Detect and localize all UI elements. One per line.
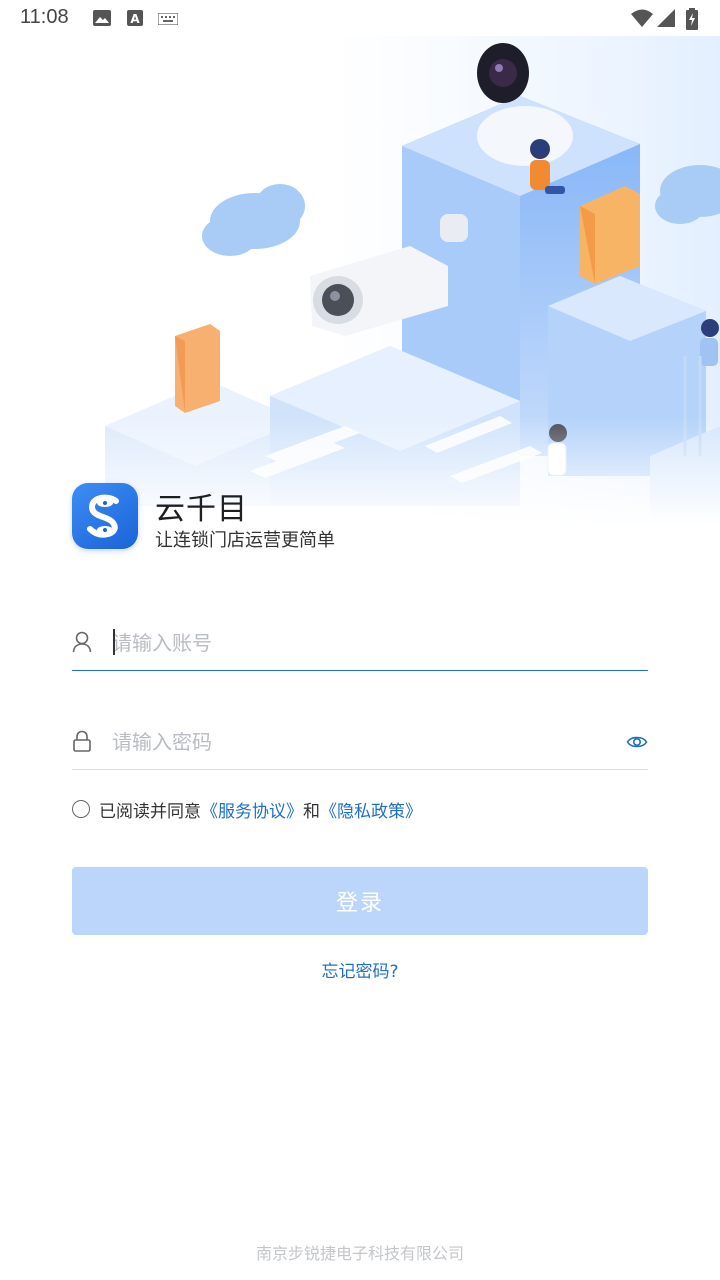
agree-prefix: 已阅读并同意 xyxy=(99,801,201,822)
agreement-row: 已阅读并同意 《服务协议》 和 《隐私政策》 xyxy=(72,797,422,822)
signal-icon xyxy=(657,9,675,27)
battery-charging-icon xyxy=(686,8,698,30)
privacy-policy-link[interactable]: 《隐私政策》 xyxy=(320,797,422,822)
password-input[interactable] xyxy=(112,724,602,760)
account-field[interactable] xyxy=(72,615,648,671)
app-logo xyxy=(72,483,138,549)
eye-icon[interactable] xyxy=(626,731,648,753)
company-name: 南京步锐捷电子科技有限公司 xyxy=(255,1244,464,1263)
login-button[interactable]: 登录 xyxy=(72,867,648,935)
forgot-password-link[interactable]: 忘记密码? xyxy=(0,957,720,982)
user-icon xyxy=(72,631,92,653)
app-name: 云千目 xyxy=(155,492,248,527)
keyboard-icon xyxy=(158,13,178,25)
app-slogan: 让连锁门店运营更简单 xyxy=(155,530,335,551)
password-field[interactable] xyxy=(72,714,648,770)
s-logo-icon xyxy=(87,494,119,538)
account-input[interactable] xyxy=(112,625,602,661)
image-icon xyxy=(93,10,111,26)
status-bar: 11:08 A xyxy=(0,0,720,36)
agree-radio[interactable] xyxy=(72,800,90,818)
service-agreement-link[interactable]: 《服务协议》 xyxy=(201,797,303,822)
text-caret xyxy=(113,629,115,655)
wifi-icon xyxy=(631,9,653,27)
lock-icon xyxy=(73,730,91,752)
svg-text:A: A xyxy=(130,12,140,26)
agree-and: 和 xyxy=(303,801,320,822)
a-letter-icon: A xyxy=(127,10,143,26)
hero-illustration xyxy=(0,36,720,526)
status-time: 11:08 xyxy=(20,6,69,28)
